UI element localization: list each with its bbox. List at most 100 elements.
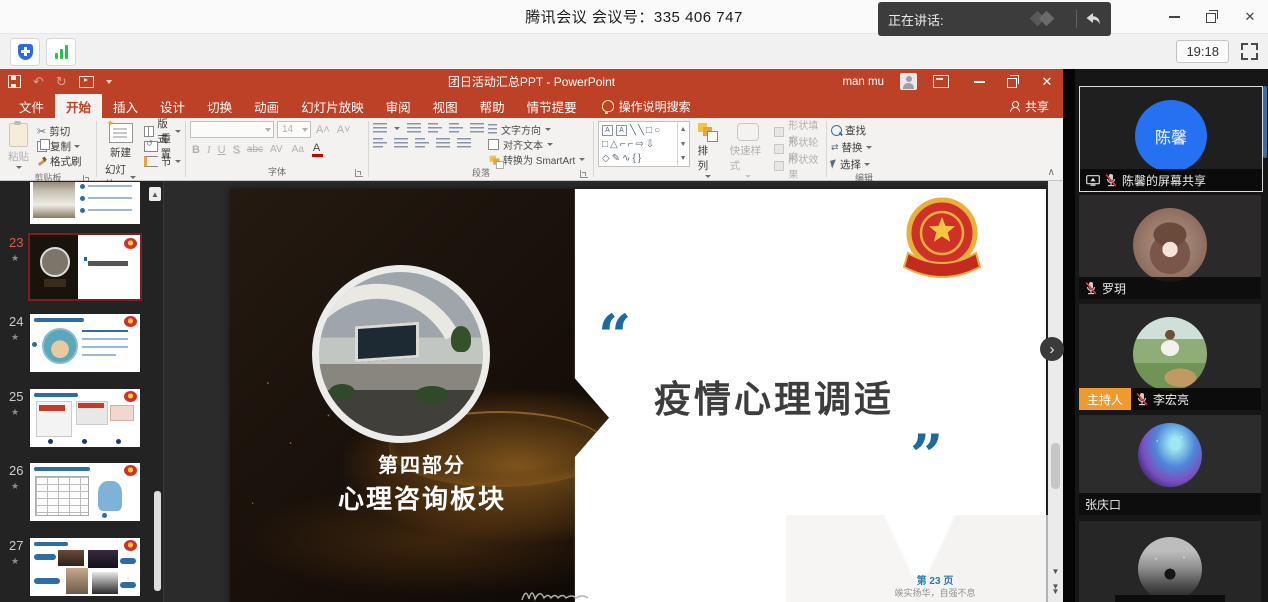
restore-button[interactable] [1204, 9, 1220, 25]
font-dialog-launcher[interactable] [355, 169, 363, 177]
save-icon[interactable] [8, 75, 21, 88]
participants-scrollbar[interactable] [1263, 86, 1267, 158]
participant-tile-lihongliang[interactable]: 主持人 李宏亮 [1079, 304, 1261, 410]
participant-tile-partial[interactable] [1079, 521, 1261, 602]
participant-tile-chenxin[interactable]: 陈馨 陈馨的屏幕共享 [1079, 86, 1263, 192]
reset-button[interactable]: 重置 [144, 139, 181, 153]
minimize-button[interactable] [1166, 9, 1182, 25]
tab-home[interactable]: 开始 [55, 94, 102, 118]
thumbnails-scroll-up[interactable]: ▲ [149, 187, 161, 201]
network-signal-button[interactable] [46, 38, 76, 66]
character-spacing-button[interactable]: AV [268, 144, 287, 155]
align-right-icon[interactable] [415, 138, 429, 149]
thumbnail-slide-25[interactable] [30, 389, 140, 447]
tab-file[interactable]: 文件 [8, 94, 55, 118]
ppt-vertical-scrollbar[interactable]: › ▼ ▼▼ [1048, 181, 1063, 602]
strikethrough-button[interactable]: abc [245, 144, 265, 155]
select-button[interactable]: 选择 [831, 157, 870, 171]
tab-animations[interactable]: 动画 [243, 94, 290, 118]
collapse-ribbon-icon[interactable]: ∧ [1048, 167, 1055, 178]
ribbon-display-options-icon[interactable] [933, 75, 949, 88]
shapes-gallery[interactable]: AA╲╲□○ □△⌐⌐⇨⇩ ◇✎∿{} ▲▼▼ [598, 121, 690, 167]
slideshow-icon[interactable] [79, 76, 94, 88]
align-center-icon[interactable] [394, 138, 408, 149]
justify-icon[interactable] [436, 138, 450, 149]
font-size-select[interactable]: 14 [277, 121, 311, 138]
shape-effects-button[interactable]: 形状效果 [774, 159, 822, 173]
scroll-down-arrow[interactable]: ▼ [1048, 567, 1063, 576]
undo-icon[interactable] [33, 74, 44, 90]
now-speaking-banner[interactable]: 正在讲话: [878, 2, 1111, 36]
next-slide-button[interactable]: ▼▼ [1048, 584, 1063, 594]
slide-canvas[interactable]: 第四部分 心理咨询板块 “ 疫情心理调适 ” [230, 189, 1046, 602]
underline-button[interactable]: U [216, 144, 228, 156]
section-button[interactable]: 节 [144, 154, 181, 168]
text-shadow-button[interactable]: S [231, 144, 242, 156]
font-name-select[interactable] [190, 121, 274, 138]
tab-view[interactable]: 视图 [422, 94, 469, 118]
ppt-minimize-button[interactable] [971, 74, 987, 90]
tab-design[interactable]: 设计 [149, 94, 196, 118]
slide-section-title[interactable]: 心理咨询板块 [252, 479, 592, 516]
shapes-scroll[interactable]: ▲▼▼ [677, 122, 689, 166]
increase-indent-icon[interactable] [449, 123, 463, 134]
copy-icon [37, 141, 47, 152]
format-painter-button[interactable]: 格式刷 [37, 154, 82, 168]
tab-transitions[interactable]: 切换 [196, 94, 243, 118]
copy-button[interactable]: 复制 [37, 139, 82, 153]
thumbnail-slide-23[interactable] [30, 235, 140, 299]
italic-button[interactable]: I [205, 144, 213, 156]
security-shield-button[interactable] [10, 38, 40, 66]
tab-review[interactable]: 审阅 [375, 94, 422, 118]
account-name[interactable]: man mu [842, 76, 884, 88]
quick-styles-button[interactable]: 快速样式 [726, 121, 770, 180]
ppt-close-button[interactable] [1039, 74, 1055, 90]
numbering-icon[interactable] [407, 123, 421, 134]
slide-main-title[interactable]: 疫情心理调适 [654, 369, 894, 423]
paste-button[interactable]: 粘贴 [4, 121, 33, 171]
thumbnails-scrollbar[interactable] [154, 491, 161, 591]
slide-section-label[interactable]: 第四部分 [252, 449, 592, 478]
smartart-button[interactable]: 转换为 SmartArt [488, 153, 585, 166]
close-button[interactable] [1242, 9, 1258, 25]
tab-insert[interactable]: 插入 [102, 94, 149, 118]
background-gap [1063, 69, 1075, 602]
replace-button[interactable]: ⇄替换 [831, 140, 872, 154]
redo-icon[interactable] [56, 74, 67, 90]
align-text-button[interactable]: 对齐文本 [488, 138, 585, 151]
tab-help[interactable]: 帮助 [469, 94, 516, 118]
bold-button[interactable]: B [190, 144, 202, 156]
tell-me-search[interactable]: 操作说明搜索 [602, 94, 691, 118]
shrink-font-button[interactable]: A˅ [335, 124, 353, 136]
participant-tile-luoyue[interactable]: 罗玥 [1079, 195, 1261, 299]
cut-button[interactable]: 剪切 [37, 124, 82, 138]
participant-tile-zhangqing[interactable]: 张庆口 [1079, 415, 1261, 515]
columns-icon[interactable] [457, 138, 471, 149]
line-spacing-icon[interactable] [470, 123, 484, 134]
tab-storyboard[interactable]: 情节提要 [516, 94, 588, 118]
paragraph-dialog-launcher[interactable] [580, 170, 588, 178]
thumbnail-slide-22-partial[interactable] [30, 182, 140, 224]
thumbnail-slide-24[interactable] [30, 314, 140, 372]
font-color-button[interactable]: A [311, 142, 324, 157]
tab-slideshow[interactable]: 幻灯片放映 [290, 94, 375, 118]
qat-dropdown-icon[interactable] [106, 80, 112, 84]
change-case-button[interactable]: Aa [290, 144, 308, 155]
find-button[interactable]: 查找 [831, 123, 866, 137]
ppt-restore-button[interactable] [1005, 74, 1021, 90]
account-avatar[interactable] [900, 73, 917, 90]
grow-font-button[interactable]: A˄ [314, 124, 332, 136]
fullscreen-icon[interactable] [1241, 43, 1258, 60]
scrollbar-thumb[interactable] [1051, 443, 1060, 489]
align-left-icon[interactable] [373, 138, 387, 149]
bullets-icon[interactable] [373, 123, 387, 134]
arrange-button[interactable]: 排列 [694, 121, 722, 180]
text-direction-button[interactable]: 文字方向 [488, 123, 585, 136]
collapse-panel-chevron[interactable]: › [1040, 337, 1064, 361]
divider [1076, 10, 1077, 28]
thumbnail-slide-26[interactable] [30, 463, 140, 521]
decrease-indent-icon[interactable] [428, 123, 442, 134]
share-button[interactable]: 共享 [1010, 94, 1049, 118]
return-arrow-icon[interactable] [1085, 12, 1101, 26]
thumbnail-slide-27[interactable] [30, 538, 140, 596]
